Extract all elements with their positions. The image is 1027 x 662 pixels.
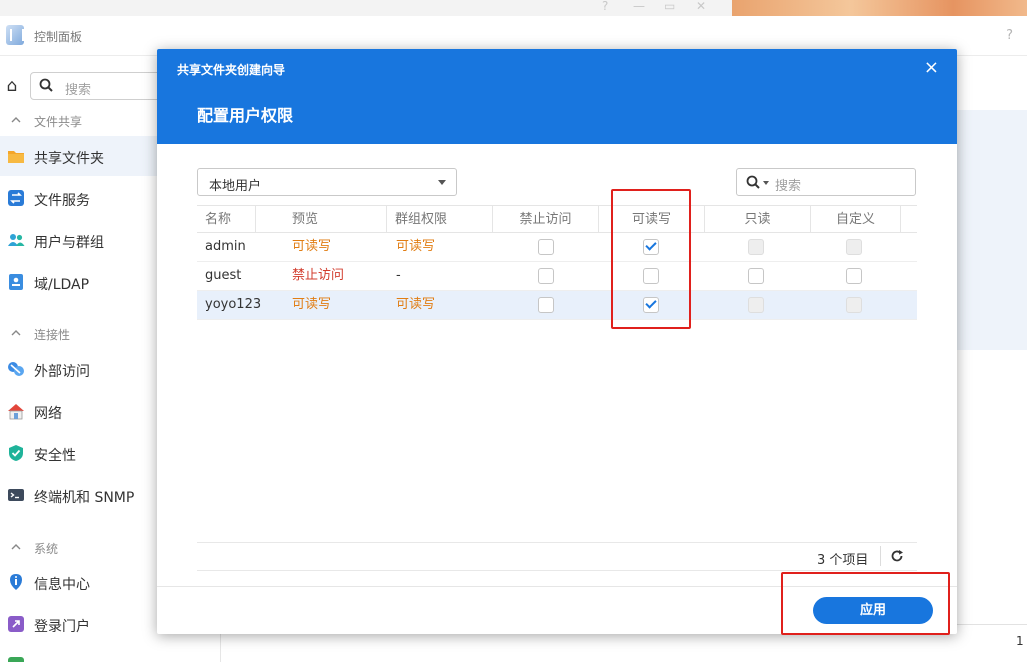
shield-icon bbox=[9, 445, 23, 461]
refresh-icon[interactable] bbox=[890, 549, 904, 563]
search-icon bbox=[39, 78, 53, 92]
chevron-down-icon bbox=[438, 180, 446, 185]
column-header-deny-access[interactable]: 禁止访问 bbox=[493, 206, 599, 233]
table-row[interactable]: yoyo123 可读写 可读写 bbox=[197, 291, 917, 320]
domain-icon bbox=[9, 274, 23, 290]
main-footer-number: 1 bbox=[1016, 634, 1024, 648]
deny-access-checkbox[interactable] bbox=[538, 297, 554, 313]
column-header-preview[interactable]: 预览 bbox=[256, 206, 387, 233]
sidebar-section-label: 连接性 bbox=[34, 328, 71, 342]
preview-permission: 可读写 bbox=[292, 297, 332, 312]
item-count: 3 个项目 bbox=[817, 553, 869, 568]
annotation-highlight-read-write-column bbox=[611, 189, 691, 329]
read-only-checkbox[interactable] bbox=[748, 239, 764, 255]
table-row[interactable]: guest 禁止访问 - bbox=[197, 262, 917, 291]
search-placeholder: 搜索 bbox=[775, 179, 802, 194]
table-footer-bottom-divider bbox=[197, 570, 917, 571]
control-panel-title: 控制面板 bbox=[34, 30, 83, 44]
sidebar-item-label: 用户与群组 bbox=[34, 235, 104, 251]
dialog-header: 共享文件夹创建向导 × 配置用户权限 bbox=[157, 49, 957, 144]
preview-permission: 可读写 bbox=[292, 239, 332, 254]
read-only-checkbox[interactable] bbox=[748, 268, 764, 284]
terminal-icon bbox=[8, 489, 24, 501]
sidebar-item-label: 安全性 bbox=[34, 448, 76, 464]
home-icon[interactable]: ⌂ bbox=[0, 72, 24, 100]
footer-separator bbox=[880, 546, 881, 566]
sidebar-item-label: 共享文件夹 bbox=[34, 151, 104, 167]
column-header-read-only[interactable]: 只读 bbox=[705, 206, 811, 233]
desktop-wallpaper bbox=[732, 0, 1027, 16]
search-placeholder: 搜索 bbox=[65, 83, 92, 98]
login-portal-icon bbox=[8, 616, 24, 632]
custom-checkbox[interactable] bbox=[846, 297, 862, 313]
sidebar-item-label: 网络 bbox=[34, 406, 62, 422]
sidebar-item-label: 域/LDAP bbox=[34, 277, 90, 293]
control-panel-app-icon bbox=[6, 25, 24, 45]
deny-access-checkbox[interactable] bbox=[538, 268, 554, 284]
users-icon bbox=[8, 234, 25, 246]
custom-checkbox[interactable] bbox=[846, 268, 862, 284]
read-only-checkbox[interactable] bbox=[748, 297, 764, 313]
column-header-custom[interactable]: 自定义 bbox=[811, 206, 901, 233]
user-name: admin bbox=[205, 239, 246, 254]
user-type-value: 本地用户 bbox=[209, 179, 262, 194]
sidebar-item-partial[interactable] bbox=[0, 646, 221, 662]
external-access-icon bbox=[8, 362, 24, 376]
folder-icon bbox=[8, 151, 24, 163]
shared-folder-wizard-dialog: 共享文件夹创建向导 × 配置用户权限 本地用户 搜索 名称 预览 群组权限 禁止… bbox=[157, 49, 957, 634]
chevron-up-icon bbox=[11, 544, 21, 550]
file-services-icon bbox=[8, 190, 24, 206]
network-icon bbox=[8, 404, 24, 420]
chevron-up-icon bbox=[11, 117, 21, 123]
maximize-icon[interactable]: ▭ bbox=[664, 0, 675, 12]
user-name: yoyo123 bbox=[205, 297, 262, 312]
dialog-title: 共享文件夹创建向导 bbox=[177, 63, 286, 77]
preview-permission: 禁止访问 bbox=[292, 268, 345, 283]
search-icon bbox=[746, 175, 760, 189]
table-header: 名称 预览 群组权限 禁止访问 可读写 只读 自定义 bbox=[197, 205, 917, 233]
column-header-group-permission[interactable]: 群组权限 bbox=[387, 206, 493, 233]
sidebar-section-label: 文件共享 bbox=[34, 115, 83, 129]
custom-checkbox[interactable] bbox=[846, 239, 862, 255]
user-name: guest bbox=[205, 268, 242, 283]
help-icon[interactable]: ? bbox=[1006, 28, 1013, 43]
deny-access-checkbox[interactable] bbox=[538, 239, 554, 255]
sidebar-section-label: 系统 bbox=[34, 542, 59, 556]
user-search-input[interactable]: 搜索 bbox=[736, 168, 916, 196]
group-permission: - bbox=[396, 268, 401, 283]
sidebar-item-label: 终端机和 SNMP bbox=[34, 490, 135, 506]
sidebar-item-label: 文件服务 bbox=[34, 193, 90, 209]
sidebar-item-label: 登录门户 bbox=[34, 619, 90, 635]
app-icon bbox=[8, 657, 24, 662]
user-type-select[interactable]: 本地用户 bbox=[197, 168, 457, 196]
info-icon bbox=[10, 574, 22, 590]
close-icon[interactable]: × bbox=[924, 59, 939, 77]
group-permission: 可读写 bbox=[396, 239, 436, 254]
chevron-up-icon bbox=[11, 330, 21, 336]
group-permission: 可读写 bbox=[396, 297, 436, 312]
minimize-icon[interactable]: — bbox=[633, 0, 645, 12]
help-icon[interactable]: ? bbox=[602, 0, 608, 12]
sidebar-item-label: 信息中心 bbox=[34, 577, 90, 593]
table-footer-divider bbox=[197, 542, 917, 543]
close-icon[interactable]: ✕ bbox=[696, 0, 706, 12]
search-options-caret-icon[interactable] bbox=[763, 181, 769, 185]
table-row[interactable]: admin 可读写 可读写 bbox=[197, 233, 917, 262]
annotation-highlight-apply-button bbox=[781, 572, 950, 635]
dialog-step-title: 配置用户权限 bbox=[197, 106, 294, 125]
sidebar-item-label: 外部访问 bbox=[34, 364, 90, 380]
column-header-name[interactable]: 名称 bbox=[197, 206, 256, 233]
